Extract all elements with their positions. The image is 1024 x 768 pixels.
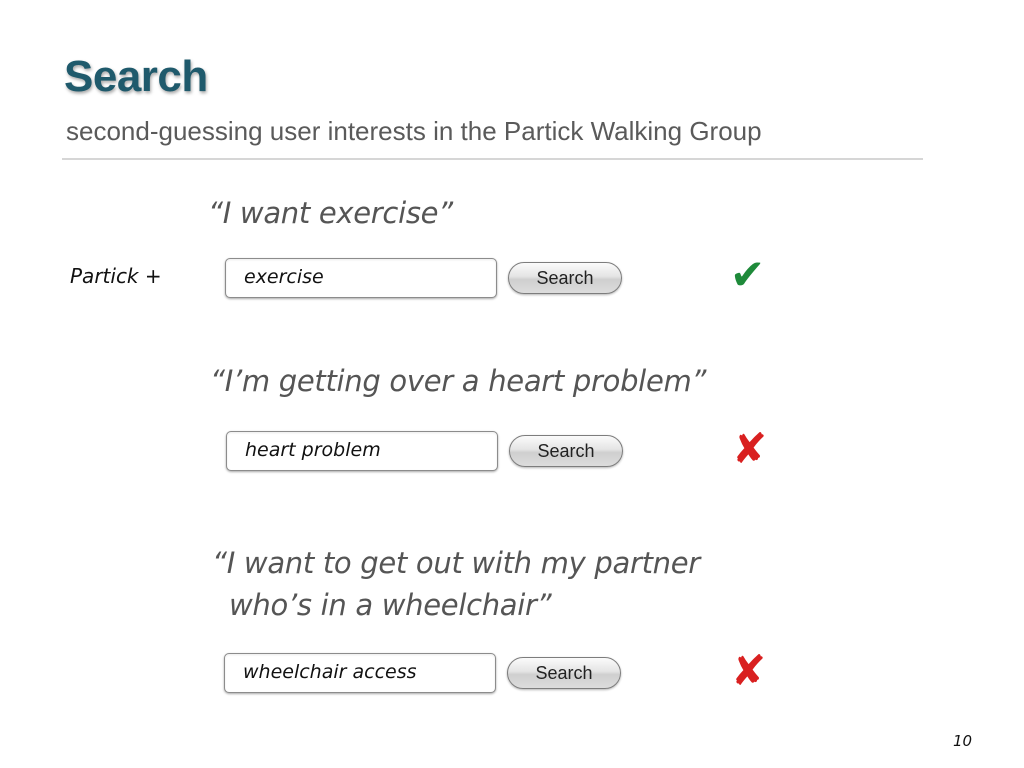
quote-wheelchair-line1: “I want to get out with my partner bbox=[212, 546, 700, 580]
cross-icon: ✘ bbox=[731, 646, 767, 695]
title-divider bbox=[62, 158, 923, 160]
slide: Search second-guessing user interests in… bbox=[0, 0, 1024, 768]
search-button-heart-problem[interactable]: Search bbox=[509, 435, 623, 467]
search-input-exercise[interactable]: exercise bbox=[225, 258, 497, 298]
search-button-exercise[interactable]: Search bbox=[508, 262, 622, 294]
search-input-heart-problem[interactable]: heart problem bbox=[226, 431, 498, 471]
cross-icon: ✘ bbox=[732, 424, 768, 473]
quote-heart-problem: “I’m getting over a heart problem” bbox=[210, 364, 707, 398]
page-number: 10 bbox=[953, 732, 973, 750]
quote-wheelchair-line2: who’s in a wheelchair” bbox=[229, 588, 552, 622]
slide-title: Search bbox=[64, 52, 208, 101]
quote-exercise: “I want exercise” bbox=[208, 196, 453, 230]
search-button-wheelchair-access[interactable]: Search bbox=[507, 657, 621, 689]
search-input-wheelchair-access[interactable]: wheelchair access bbox=[224, 653, 496, 693]
slide-subtitle: second-guessing user interests in the Pa… bbox=[66, 116, 762, 146]
check-icon: ✔ bbox=[730, 250, 766, 299]
partick-prefix-label: Partick + bbox=[70, 264, 162, 288]
